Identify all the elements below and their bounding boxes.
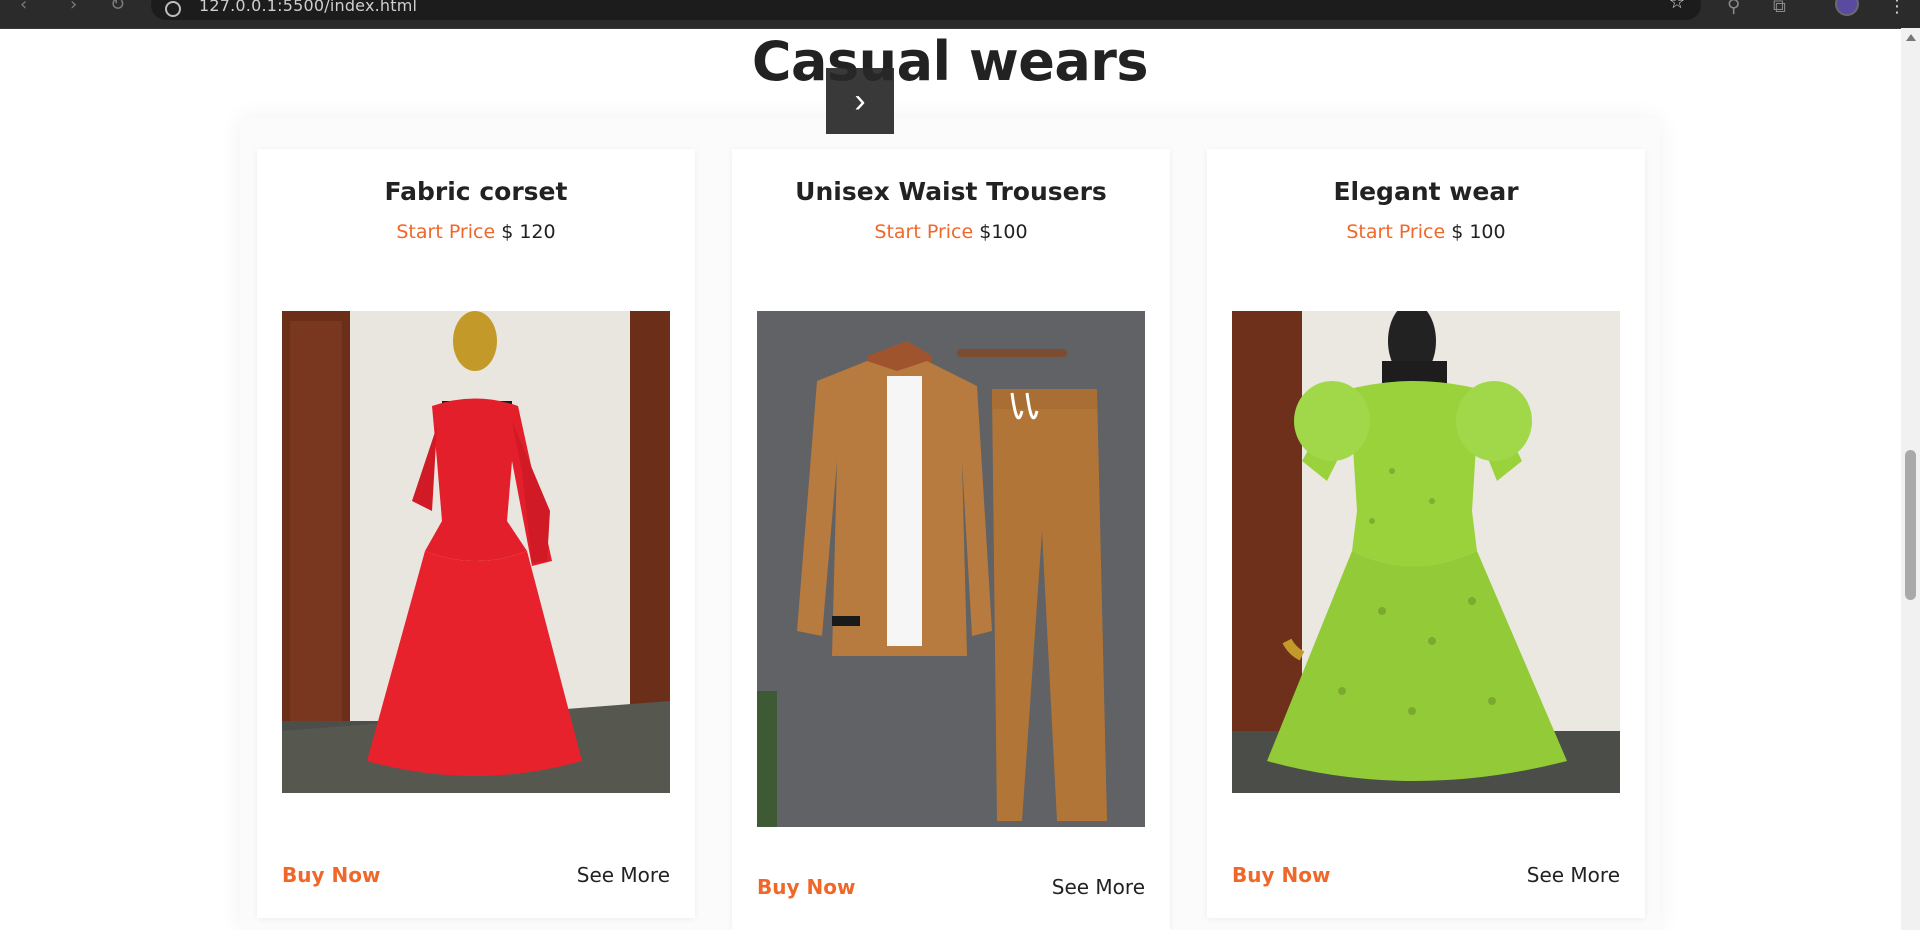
product-name: Unisex Waist Trousers: [795, 177, 1107, 206]
product-card: Unisex Waist Trousers Start Price $100 B…: [732, 149, 1170, 930]
browser-toolbar: ‹ › ↻ 127.0.0.1:5500/index.html ☆ ⚲ ⧉ ⋮: [0, 0, 1920, 29]
see-more-link[interactable]: See More: [577, 863, 670, 887]
red-dress-illustration: [282, 311, 670, 793]
product-price: Start Price $ 100: [1207, 221, 1645, 243]
product-image-brown-shirt-trousers-set[interactable]: [757, 311, 1145, 827]
price-value: $ 100: [1451, 221, 1506, 243]
forward-icon[interactable]: ›: [70, 0, 77, 14]
site-info-icon[interactable]: [165, 1, 181, 17]
product-image-red-corset-dress[interactable]: [282, 311, 670, 793]
product-card: Elegant wear Start Price $ 100 Buy Now S…: [1207, 149, 1645, 918]
price-label: Start Price: [874, 221, 974, 243]
menu-kebab-icon[interactable]: ⋮: [1888, 0, 1906, 16]
see-more-link[interactable]: See More: [1052, 875, 1145, 899]
buy-now-button[interactable]: Buy Now: [282, 863, 380, 887]
product-carousel: Fabric corset Start Price $ 120 Buy Now: [240, 118, 1660, 930]
back-icon[interactable]: ‹: [20, 0, 27, 14]
address-bar[interactable]: 127.0.0.1:5500/index.html ☆: [151, 0, 1701, 20]
bookmark-star-icon[interactable]: ☆: [1669, 0, 1685, 12]
green-dress-illustration: [1232, 311, 1620, 793]
extension-icon[interactable]: ⚲: [1727, 0, 1740, 16]
price-value: $100: [979, 221, 1028, 243]
profile-avatar[interactable]: [1835, 0, 1859, 16]
product-name: Elegant wear: [1333, 177, 1519, 206]
price-label: Start Price: [1346, 221, 1446, 243]
product-card: Fabric corset Start Price $ 120 Buy Now: [257, 149, 695, 918]
product-image-green-floral-dress[interactable]: [1232, 311, 1620, 793]
product-price: Start Price $100: [732, 221, 1170, 243]
section-title: Casual wears: [751, 30, 1149, 93]
reload-icon[interactable]: ↻: [110, 0, 125, 14]
page-scrollbar[interactable]: [1901, 28, 1920, 930]
address-url[interactable]: 127.0.0.1:5500/index.html: [199, 0, 417, 14]
price-label: Start Price: [396, 221, 496, 243]
carousel-next-button[interactable]: ›: [826, 68, 894, 134]
buy-now-button[interactable]: Buy Now: [1232, 863, 1330, 887]
trousers-set-illustration: [757, 311, 1145, 827]
chevron-right-icon: ›: [854, 82, 866, 120]
scroll-up-arrow-icon[interactable]: [1906, 34, 1916, 41]
product-name: Fabric corset: [384, 177, 568, 206]
see-more-link[interactable]: See More: [1527, 863, 1620, 887]
scrollbar-thumb[interactable]: [1905, 450, 1916, 600]
product-price: Start Price $ 120: [257, 221, 695, 243]
buy-now-button[interactable]: Buy Now: [757, 875, 855, 899]
price-value: $ 120: [501, 221, 556, 243]
share-icon[interactable]: ⧉: [1773, 0, 1786, 16]
